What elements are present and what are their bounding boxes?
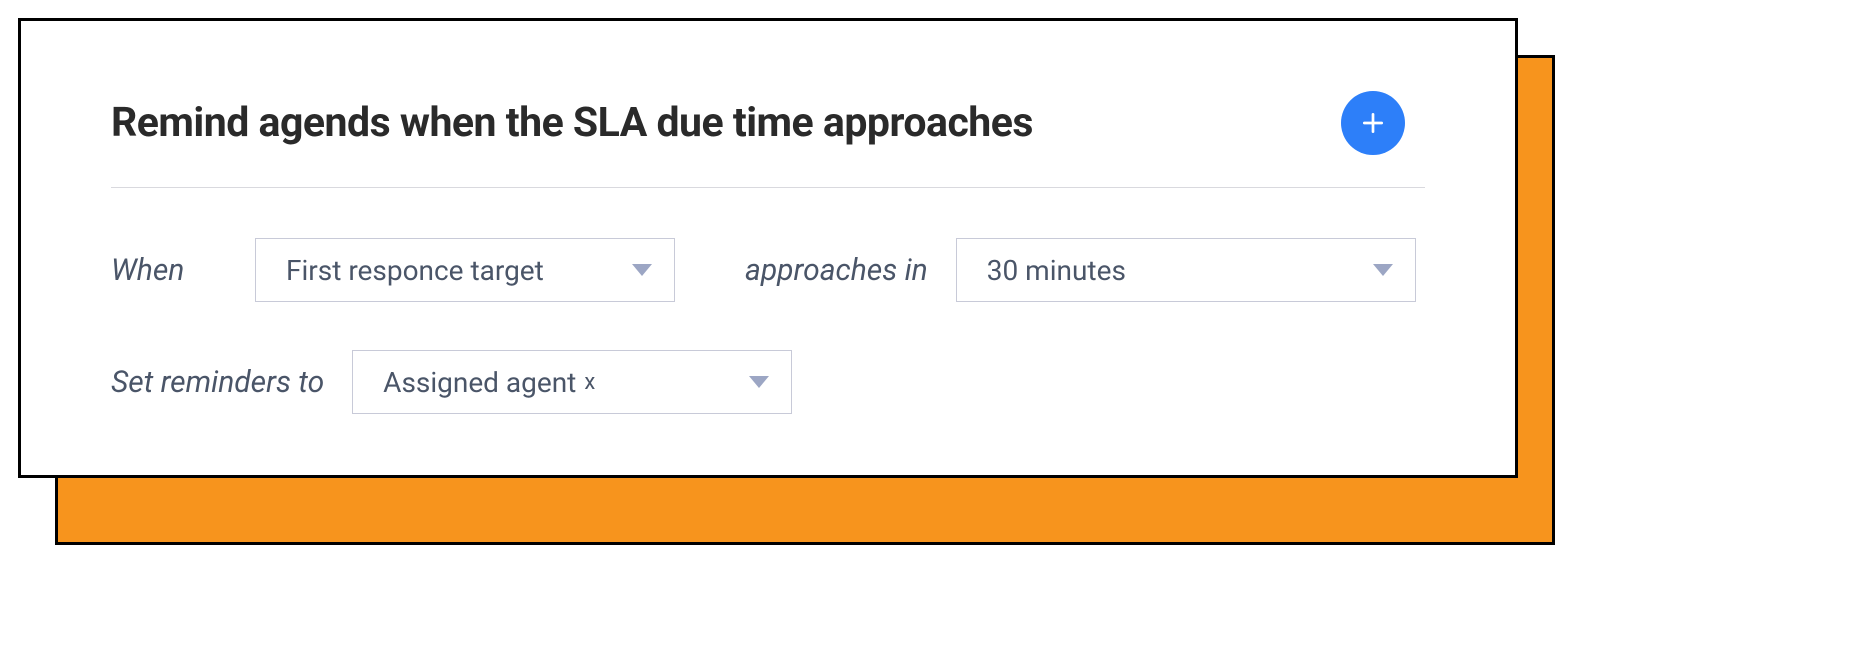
when-select[interactable]: First responce target (255, 238, 675, 302)
sla-reminder-card: Remind agends when the SLA due time appr… (18, 18, 1518, 478)
card-header: Remind agends when the SLA due time appr… (111, 91, 1425, 155)
plus-icon (1360, 110, 1386, 136)
duration-select-value: 30 minutes (987, 254, 1126, 287)
chevron-down-icon (632, 264, 652, 276)
reminder-tag: Assigned agent x (383, 366, 595, 399)
when-label: When (111, 253, 221, 288)
reminders-select[interactable]: Assigned agent x (352, 350, 792, 414)
when-row: When First responce target approaches in… (111, 238, 1425, 302)
remove-tag-button[interactable]: x (584, 370, 595, 395)
approaches-in-label: approaches in (745, 253, 928, 288)
chevron-down-icon (1373, 264, 1393, 276)
duration-select[interactable]: 30 minutes (956, 238, 1416, 302)
divider (111, 187, 1425, 188)
reminders-row: Set reminders to Assigned agent x (111, 350, 1425, 414)
chevron-down-icon (749, 376, 769, 388)
when-select-value: First responce target (286, 254, 544, 287)
add-reminder-button[interactable] (1341, 91, 1405, 155)
card-title: Remind agends when the SLA due time appr… (111, 99, 1033, 147)
reminder-tag-label: Assigned agent (383, 366, 576, 399)
set-reminders-label: Set reminders to (111, 365, 324, 400)
